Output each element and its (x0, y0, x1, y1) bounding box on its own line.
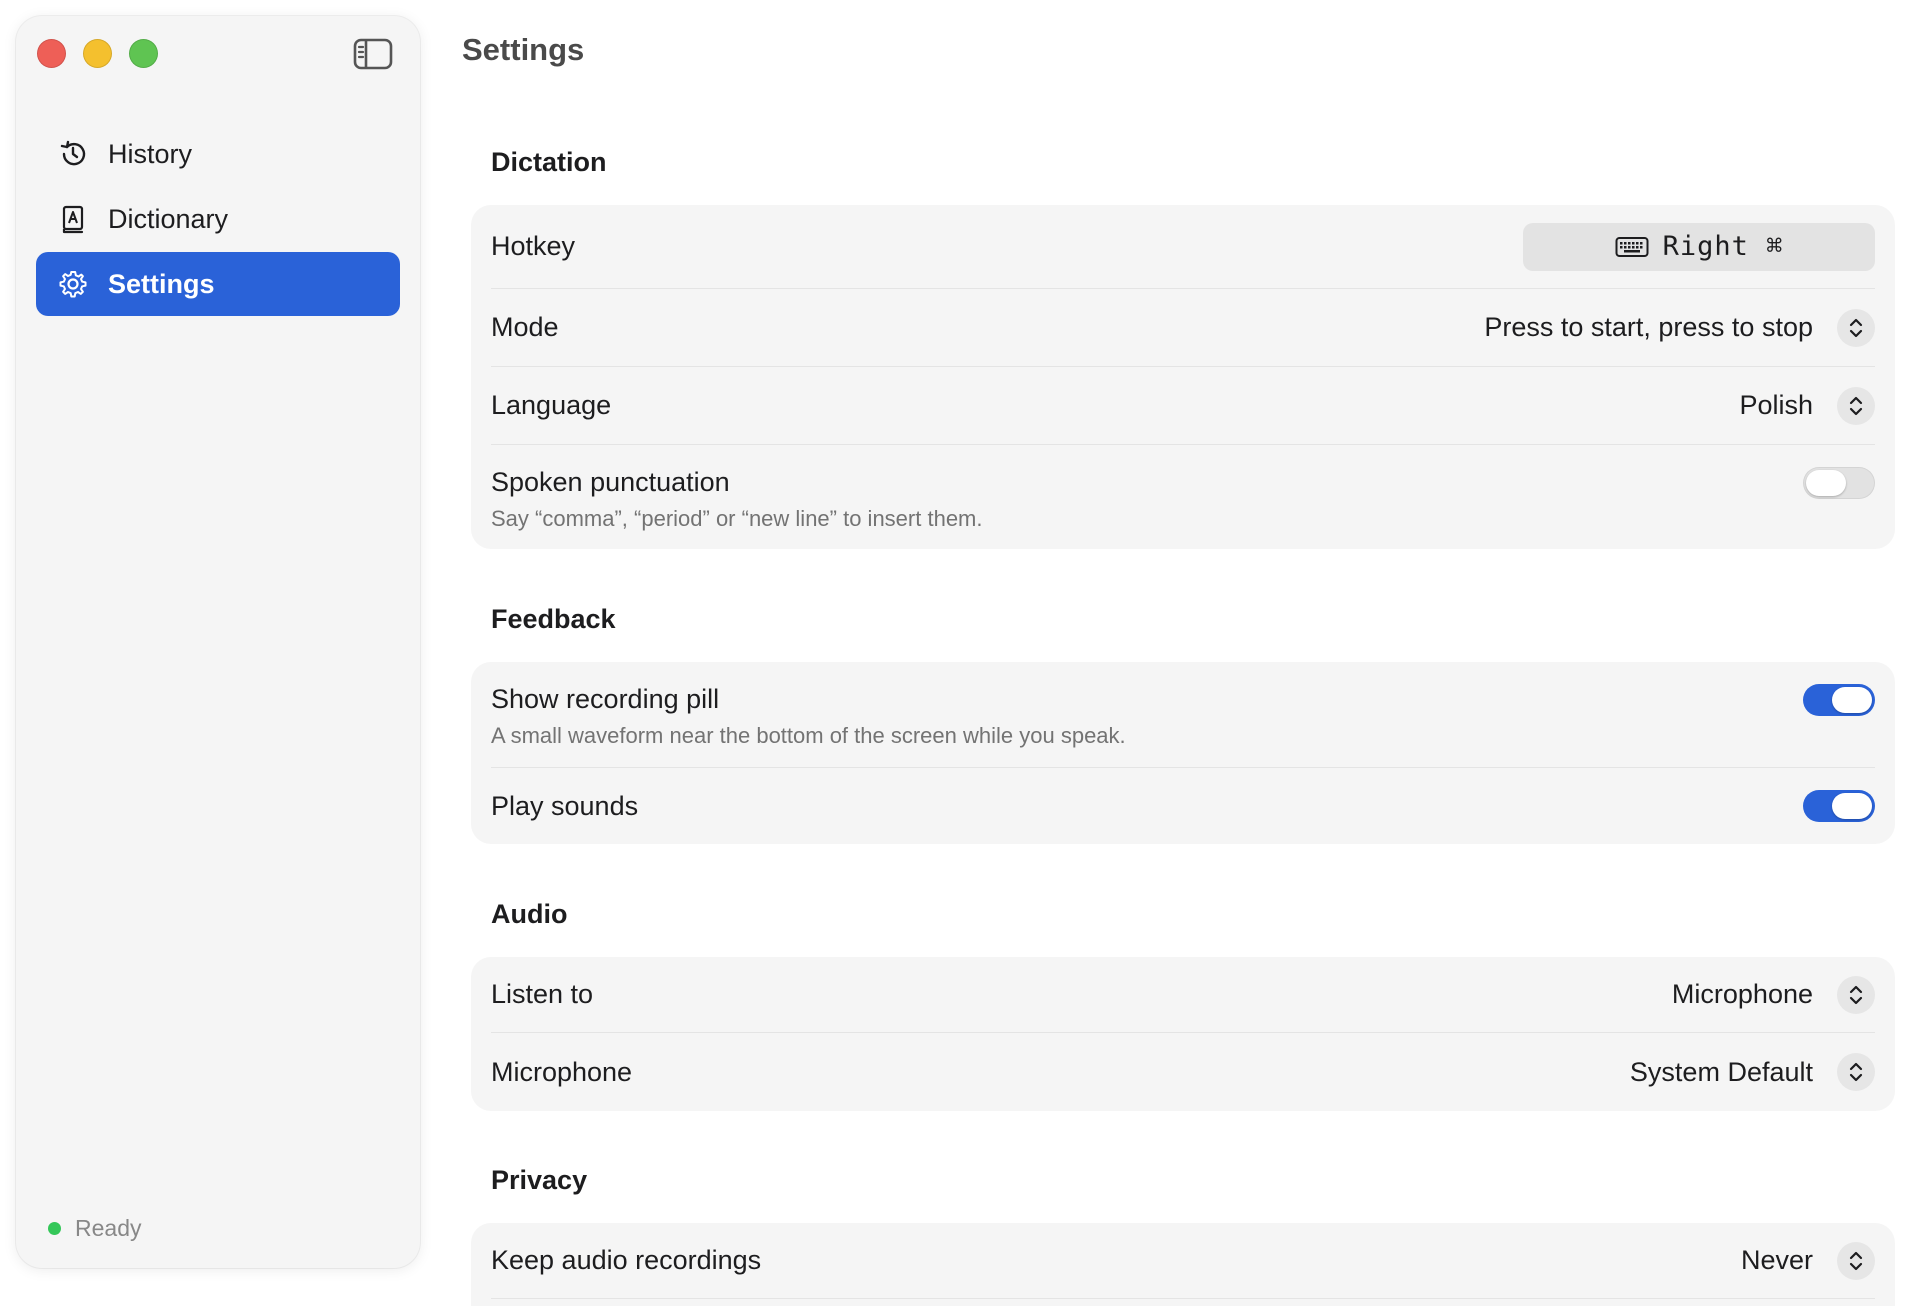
sidebar-item-settings[interactable]: Settings (36, 252, 400, 316)
spoken-punctuation-toggle[interactable] (1803, 467, 1875, 499)
setting-label: Play sounds (491, 790, 639, 821)
setting-label: Mode (491, 312, 559, 342)
setting-label: Hotkey (491, 231, 576, 261)
sidebar-item-label: Dictionary (108, 203, 229, 234)
chevron-up-down-icon (1837, 308, 1875, 347)
select-value: System Default (1629, 1056, 1813, 1087)
hotkey-recorder-button[interactable]: Right ⌘ (1523, 222, 1875, 271)
mode-select[interactable]: Press to start, press to stop (1484, 308, 1875, 347)
status-indicator: Ready (48, 1215, 141, 1242)
setting-row-microphone: Microphone System Default (491, 1033, 1875, 1111)
status-dot (48, 1222, 61, 1235)
select-value: Microphone (1671, 979, 1813, 1009)
settings-card: Hotkey Right ⌘ Mode Press to start, pres… (471, 205, 1895, 549)
sidebar-nav: History Dictionary Settings (36, 122, 400, 317)
settings-card: Show recording pill A small waveform nea… (471, 662, 1895, 844)
setting-label: Spoken punctuation (491, 467, 730, 497)
chevron-up-down-icon (1837, 975, 1875, 1014)
setting-row-hotkey: Hotkey Right ⌘ (491, 205, 1875, 289)
section-privacy: Privacy Keep audio recordings Never (471, 1161, 1895, 1306)
setting-label: Show recording pill (491, 684, 720, 714)
window-controls (37, 39, 158, 68)
setting-row-spoken-punctuation: Spoken punctuation Say “comma”, “period”… (491, 445, 1875, 549)
chevron-up-down-icon (1837, 1053, 1875, 1091)
setting-row-play-sounds: Play sounds (491, 768, 1875, 844)
section-title: Feedback (491, 604, 616, 634)
setting-label: Microphone (491, 1056, 633, 1087)
keyboard-icon (1615, 236, 1649, 257)
select-value: Press to start, press to stop (1484, 312, 1813, 342)
setting-text: Show recording pill A small waveform nea… (491, 684, 1126, 749)
section-title: Dictation (491, 147, 607, 177)
setting-label: Language (491, 390, 612, 420)
recording-pill-toggle[interactable] (1803, 684, 1875, 716)
toggle-knob (1806, 470, 1846, 496)
toggle-knob (1832, 687, 1872, 713)
section-title: Privacy (491, 1165, 588, 1195)
page-title: Settings (462, 32, 585, 67)
section-title: Audio (491, 899, 568, 929)
microphone-select[interactable]: System Default (1630, 1053, 1875, 1091)
settings-card: Listen to Microphone Microphone System D… (471, 957, 1895, 1111)
close-window-button[interactable] (37, 39, 66, 68)
chevron-up-down-icon (1837, 386, 1875, 425)
setting-text: Spoken punctuation Say “comma”, “period”… (491, 467, 983, 532)
setting-row-language: Language Polish (491, 367, 1875, 445)
setting-row-mode: Mode Press to start, press to stop (491, 289, 1875, 367)
select-value: Never (1740, 1245, 1813, 1275)
settings-card: Keep audio recordings Never (471, 1223, 1895, 1306)
sidebar-left-icon (353, 38, 393, 70)
setting-description: Say “comma”, “period” or “new line” to i… (491, 506, 983, 531)
setting-row-recording-pill: Show recording pill A small waveform nea… (491, 662, 1875, 768)
setting-label: Listen to (491, 979, 594, 1009)
keep-recordings-select[interactable]: Never (1740, 1241, 1875, 1280)
play-sounds-toggle[interactable] (1803, 790, 1875, 822)
sidebar-item-label: Settings (108, 268, 215, 299)
section-audio: Audio Listen to Microphone Microphone Sy… (471, 895, 1895, 1111)
sidebar: History Dictionary Settings Ready (16, 16, 420, 1268)
chevron-up-down-icon (1837, 1241, 1875, 1280)
hotkey-value: Right ⌘ (1662, 231, 1784, 262)
section-dictation: Dictation Hotkey Right ⌘ Mode Press to s… (471, 143, 1895, 549)
setting-row-listen-to: Listen to Microphone (491, 957, 1875, 1033)
select-value: Polish (1739, 390, 1813, 420)
sidebar-item-dictionary[interactable]: Dictionary (36, 187, 400, 251)
gear-icon (58, 269, 88, 299)
setting-row-keep-recordings: Keep audio recordings Never (491, 1223, 1875, 1299)
language-select[interactable]: Polish (1739, 386, 1875, 425)
section-feedback: Feedback Show recording pill A small wav… (471, 600, 1895, 844)
book-a-icon (58, 204, 88, 234)
clock-history-icon (58, 139, 88, 169)
sidebar-item-history[interactable]: History (36, 122, 400, 186)
sidebar-toggle-button[interactable] (352, 36, 394, 72)
toggle-knob (1832, 793, 1872, 819)
sidebar-item-label: History (108, 138, 193, 169)
setting-description: A small waveform near the bottom of the … (491, 723, 1126, 748)
zoom-window-button[interactable] (129, 39, 158, 68)
status-label: Ready (75, 1215, 142, 1241)
listen-to-select[interactable]: Microphone (1671, 975, 1875, 1014)
setting-label: Keep audio recordings (491, 1245, 762, 1275)
minimize-window-button[interactable] (83, 39, 112, 68)
